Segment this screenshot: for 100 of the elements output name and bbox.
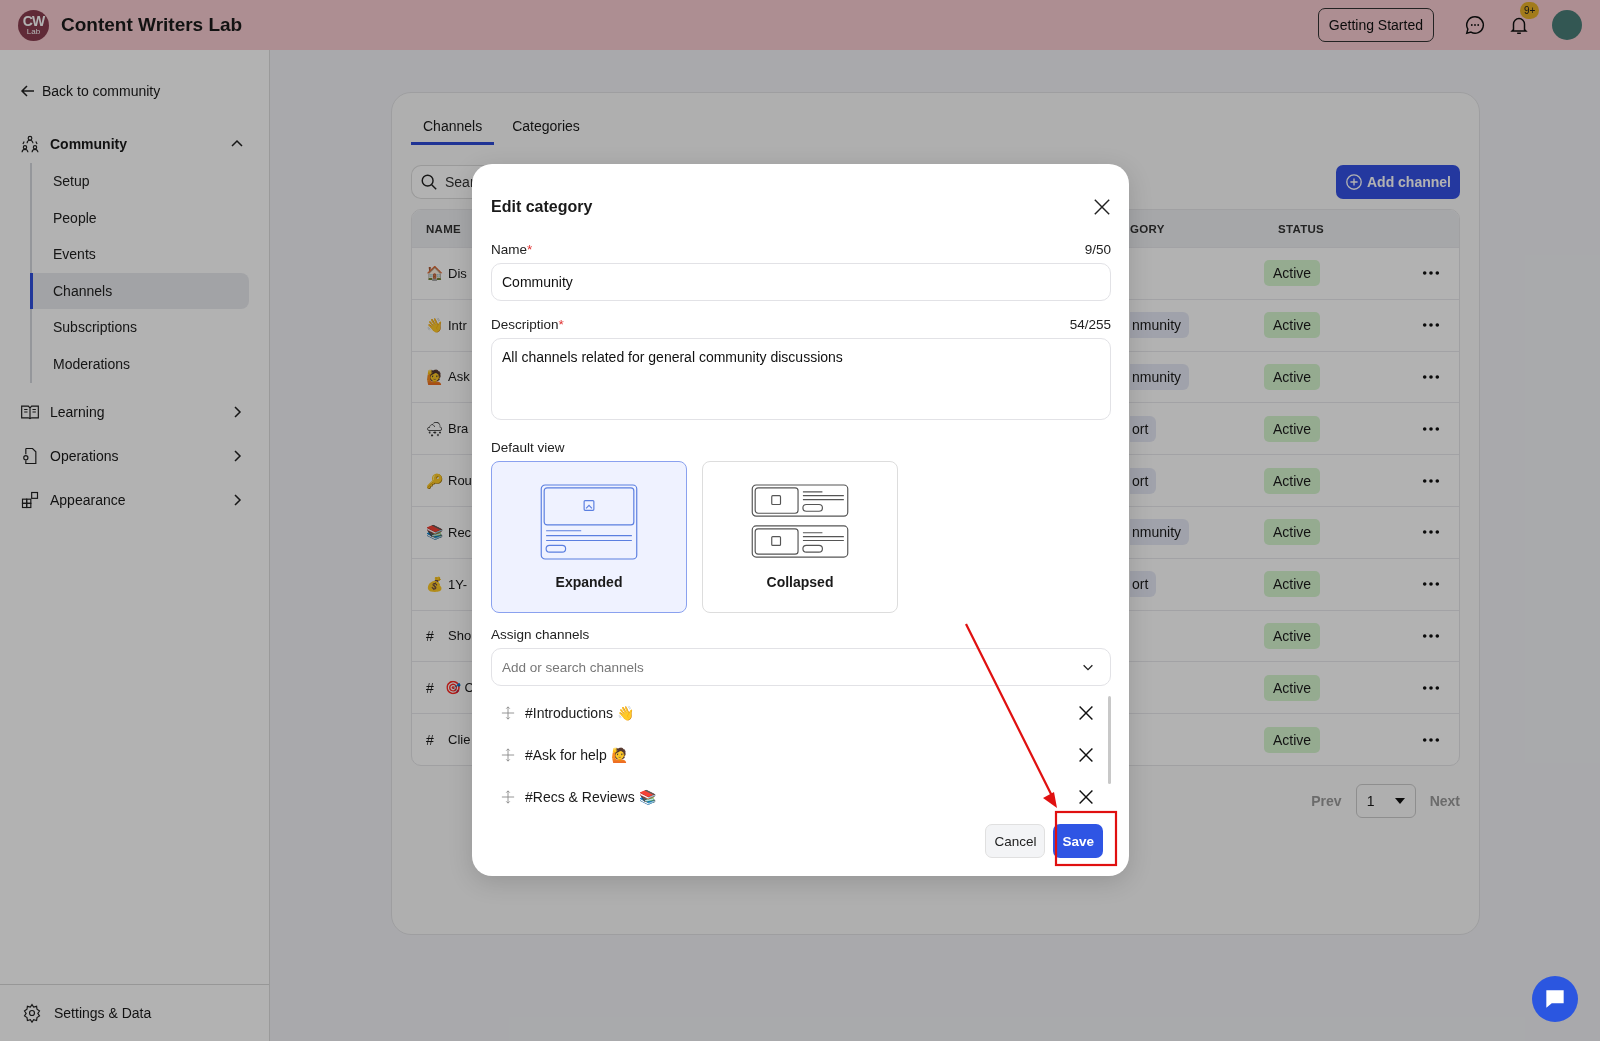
- status-badge: Active: [1264, 260, 1321, 287]
- sidebar-item[interactable]: Events: [30, 236, 249, 273]
- chat-button[interactable]: [1532, 976, 1578, 1022]
- sidebar-item[interactable]: Setup: [30, 163, 249, 200]
- channel-icon: #: [426, 627, 442, 644]
- blocks-icon: [20, 489, 40, 510]
- drag-handle-icon[interactable]: [501, 706, 515, 720]
- sidebar-item[interactable]: Moderations: [30, 345, 249, 383]
- more-icon[interactable]: [1421, 684, 1440, 691]
- scrollbar[interactable]: [1108, 696, 1111, 784]
- status-badge: Active: [1264, 571, 1321, 598]
- column-header: STATUS: [1277, 222, 1326, 235]
- category-tag: ort: [1130, 571, 1157, 598]
- back-link[interactable]: Back to community: [20, 81, 249, 101]
- more-icon[interactable]: [1421, 632, 1440, 639]
- channel-name: Rou: [448, 473, 472, 489]
- channel-name: Clie: [448, 732, 471, 748]
- sidebar-item[interactable]: People: [30, 199, 249, 237]
- more-icon[interactable]: [1421, 736, 1440, 743]
- more-icon[interactable]: [1421, 477, 1440, 484]
- view-option[interactable]: Expanded: [491, 461, 687, 613]
- category-tag: nmunity: [1130, 519, 1190, 546]
- category-tag: ort: [1130, 467, 1157, 494]
- channel-name: Dis: [448, 265, 467, 281]
- remove-icon[interactable]: [1078, 747, 1094, 763]
- column-header: NAME: [425, 222, 463, 235]
- more-icon[interactable]: [1421, 374, 1440, 380]
- caret-icon: [1394, 797, 1405, 804]
- sidebar-group[interactable]: Learning: [20, 398, 249, 425]
- more-icon[interactable]: [1421, 270, 1440, 277]
- field-label: Name*: [491, 242, 533, 257]
- people-icon: [20, 134, 40, 154]
- tab[interactable]: Channels: [411, 113, 495, 145]
- getting-started-button[interactable]: Getting Started: [1317, 8, 1434, 42]
- character-counter: 9/50: [1084, 242, 1111, 257]
- status-badge: Active: [1264, 364, 1321, 390]
- name-input[interactable]: Community: [491, 263, 1111, 301]
- channel-name: Rec: [448, 524, 472, 540]
- assigned-channel: #Ask for help 🙋: [525, 747, 628, 763]
- more-icon[interactable]: [1421, 425, 1440, 432]
- tab[interactable]: Categories: [500, 113, 592, 145]
- add-channel-button[interactable]: Add channel: [1336, 165, 1460, 199]
- remove-icon[interactable]: [1078, 789, 1094, 805]
- highlight-frame: [1054, 810, 1118, 867]
- view-option[interactable]: Collapsed: [702, 461, 898, 613]
- search-icon: [420, 173, 438, 191]
- assigned-channel: #Introductions 👋: [525, 705, 634, 721]
- close-icon[interactable]: [1093, 198, 1111, 216]
- channel-icon: 👋: [426, 317, 442, 334]
- status-badge: Active: [1264, 622, 1321, 649]
- save-button[interactable]: Save: [1053, 824, 1103, 858]
- channel-icon: 🙋: [426, 369, 442, 385]
- arrow-left-icon: [20, 83, 36, 99]
- avatar[interactable]: [1552, 10, 1582, 40]
- column-header: GORY: [1129, 222, 1166, 235]
- sidebar-group[interactable]: Operations: [20, 442, 249, 469]
- status-badge: Active: [1264, 674, 1321, 701]
- field-label: Default view: [491, 440, 565, 455]
- status-badge: Active: [1264, 312, 1321, 339]
- status-badge: Active: [1264, 467, 1321, 494]
- more-icon[interactable]: [1421, 529, 1440, 536]
- sidebar-item[interactable]: Subscriptions: [30, 309, 249, 346]
- channel-name: Ask: [448, 369, 470, 385]
- dialog-title: Edit category: [491, 198, 593, 216]
- channel-select[interactable]: Add or search channels: [491, 648, 1111, 686]
- channel-name: 1Y-: [448, 576, 468, 592]
- category-tag: nmunity: [1130, 312, 1190, 339]
- more-icon[interactable]: [1421, 581, 1440, 588]
- category-tag: ort: [1130, 415, 1157, 442]
- channel-name: Bra: [448, 421, 469, 437]
- drag-handle-icon[interactable]: [501, 748, 515, 762]
- channel-icon: 📚: [426, 524, 442, 541]
- status-badge: Active: [1264, 415, 1321, 442]
- drag-handle-icon[interactable]: [501, 790, 515, 804]
- sidebar-item[interactable]: Channels: [30, 272, 249, 310]
- channel-name: Intr: [448, 317, 467, 333]
- field-label: Description*: [491, 317, 564, 332]
- logo-badge: CW Lab: [18, 9, 49, 41]
- assigned-channel: #Recs & Reviews 📚: [525, 789, 656, 805]
- plus-circle-icon: [1345, 173, 1363, 191]
- site-title: Content Writers Lab: [61, 14, 243, 36]
- page-select[interactable]: 1: [1355, 783, 1416, 818]
- settings-link[interactable]: Settings & Data: [22, 1003, 247, 1023]
- channel-icon: #: [426, 679, 439, 696]
- more-icon[interactable]: [1421, 322, 1440, 329]
- category-tag: nmunity: [1130, 364, 1190, 390]
- status-badge: Active: [1264, 726, 1321, 753]
- sidebar-group[interactable]: Appearance: [20, 486, 249, 513]
- status-badge: Active: [1264, 519, 1321, 546]
- channel-icon: #: [426, 731, 442, 748]
- settings-icon: [22, 1003, 42, 1023]
- channel-icon: 💰: [426, 576, 442, 593]
- cancel-button[interactable]: Cancel: [985, 824, 1046, 858]
- field-label: Assign channels: [491, 627, 590, 642]
- character-counter: 54/255: [1069, 317, 1111, 332]
- remove-icon[interactable]: [1078, 705, 1094, 721]
- chat-bubble-icon[interactable]: [1464, 14, 1486, 36]
- description-input[interactable]: All channels related for general community discussions: [491, 338, 1111, 420]
- sidebar-group[interactable]: Community: [20, 131, 249, 157]
- channel-icon: 🔑: [426, 472, 442, 489]
